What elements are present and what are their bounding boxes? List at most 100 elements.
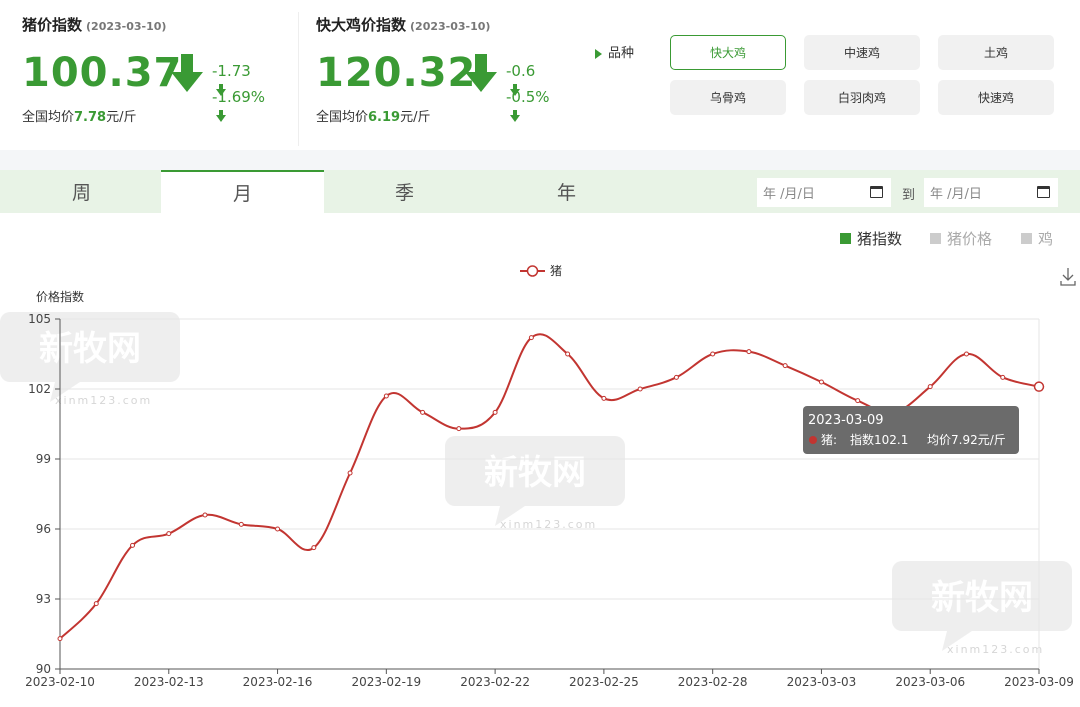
data-point [782, 363, 788, 369]
x-tick-label: 2023-03-03 [787, 675, 857, 689]
data-point [492, 409, 498, 415]
data-point [57, 636, 63, 642]
tab-month[interactable]: 月 [161, 170, 324, 213]
download-icon[interactable] [1060, 268, 1076, 286]
down-arrow-small-icon [510, 109, 520, 122]
date-to-input[interactable]: 年 /月/日 [924, 178, 1058, 207]
tab-quarter[interactable]: 季 [323, 170, 486, 213]
date-to-label: 到 [902, 188, 916, 203]
data-point [528, 335, 534, 341]
tooltip-marker [809, 436, 817, 444]
x-tick-label: 2023-02-28 [678, 675, 748, 689]
tooltip: 2023-03-09 猪: 指数102.1 均价7.92元/斤 [803, 406, 1019, 454]
section-gap [0, 150, 1080, 170]
chicken-index-change-abs-text: -0.6 [506, 62, 536, 80]
chicken-avg-unit: 元/斤 [400, 110, 431, 125]
variety-button-silkie-chicken[interactable]: 乌骨鸡 [670, 80, 786, 115]
data-point [130, 542, 136, 548]
chicken-avg-value: 6.19 [368, 110, 401, 125]
data-point [456, 426, 462, 432]
pig-index-card: 猪价指数 (2023-03-10) 100.37 -1.73 -1.69% 全国均… [22, 14, 265, 125]
variety-label-text: 品种 [608, 46, 635, 61]
card-divider [298, 12, 299, 146]
x-tick-label: 2023-02-16 [243, 675, 313, 689]
chicken-index-change-pct: -0.5% [506, 88, 550, 124]
switch-pig-index[interactable]: 猪指数 [840, 228, 902, 249]
data-point [202, 512, 208, 518]
switch-pig-price-label: 猪价格 [947, 230, 993, 248]
data-point [1033, 381, 1045, 392]
pig-avg-label: 全国均价 [22, 110, 75, 125]
data-point [275, 526, 281, 532]
tooltip-avg: 均价7.92元/斤 [927, 433, 1006, 447]
switch-swatch [840, 233, 851, 244]
tab-year[interactable]: 年 [485, 170, 648, 213]
tooltip-date: 2023-03-09 [808, 413, 884, 428]
chicken-index-date: (2023-03-10) [410, 20, 491, 33]
data-point [166, 531, 172, 537]
x-tick-label: 2023-02-13 [134, 675, 204, 689]
watermark-text: 新牧网 [39, 329, 141, 369]
x-tick-label: 2023-03-06 [895, 675, 965, 689]
data-point [601, 395, 607, 401]
data-point [238, 521, 244, 527]
pig-index-title: 猪价指数 (2023-03-10) [22, 14, 166, 35]
tooltip-index: 指数102.1 [850, 432, 908, 447]
x-tick-label: 2023-02-19 [351, 675, 421, 689]
switch-chicken[interactable]: 鸡 [1021, 228, 1053, 249]
switch-swatch [930, 233, 941, 244]
calendar-icon[interactable] [870, 186, 883, 198]
chicken-index-title-text: 快大鸡价指数 [316, 16, 407, 34]
pig-index-date: (2023-03-10) [86, 20, 167, 33]
date-from-input[interactable]: 年 /月/日 [757, 178, 891, 207]
summary-panel: 猪价指数 (2023-03-10) 100.37 -1.73 -1.69% 全国均… [0, 0, 1080, 150]
data-point [673, 374, 679, 380]
switch-chicken-label: 鸡 [1038, 230, 1054, 248]
chicken-index-card: 快大鸡价指数 (2023-03-10) 120.32 -0.6 -0.5% 全国均… [316, 14, 550, 125]
pig-index-change-pct-text: -1.69% [212, 88, 266, 106]
watermark: 新牧网 xinm123.com [0, 312, 180, 407]
switch-pig-price[interactable]: 猪价格 [930, 228, 992, 249]
variety-button-fast-chicken[interactable]: 快大鸡 [670, 35, 786, 70]
variety-button-fast-growing[interactable]: 快速鸡 [938, 80, 1054, 115]
y-tick-label: 93 [36, 592, 51, 606]
switch-pig-index-label: 猪指数 [857, 230, 903, 248]
y-tick-label: 102 [28, 382, 51, 396]
price-index-chart: 新牧网xinm123.com新牧网xinm123.com新牧网xinm123.c… [0, 264, 1076, 689]
data-point [927, 384, 933, 390]
watermark-text: 新牧网 [931, 578, 1033, 618]
date-to-placeholder: 年 /月/日 [930, 187, 982, 202]
pig-index-title-text: 猪价指数 [22, 16, 83, 34]
variety-button-native-chicken[interactable]: 土鸡 [938, 35, 1054, 70]
chicken-index-value: 120.32 [316, 50, 477, 96]
calendar-icon[interactable] [1037, 186, 1050, 198]
pig-index-change-pct: -1.69% [212, 88, 265, 124]
pig-avg-price: 全国均价7.78元/斤 [22, 106, 136, 125]
x-tick-label: 2023-02-25 [569, 675, 639, 689]
variety-button-medium-chicken[interactable]: 中速鸡 [804, 35, 920, 70]
y-tick-label: 99 [36, 452, 51, 466]
watermark: 新牧网 xinm123.com [892, 561, 1072, 656]
tab-week[interactable]: 周 [0, 170, 163, 213]
data-point [347, 470, 353, 476]
chicken-index-title: 快大鸡价指数 (2023-03-10) [316, 14, 490, 35]
down-arrow-icon [171, 54, 203, 92]
y-tick-label: 90 [36, 662, 51, 676]
data-point [637, 386, 643, 392]
period-tabs: 周 月 季 年 年 /月/日 到 年 /月/日 [0, 170, 1080, 213]
pig-avg-unit: 元/斤 [106, 110, 137, 125]
x-tick-label: 2023-03-09 [1004, 675, 1074, 689]
watermark-url: xinm123.com [947, 643, 1044, 656]
x-tick-label: 2023-02-10 [25, 675, 95, 689]
data-point [420, 409, 426, 415]
down-arrow-small-icon [216, 109, 226, 122]
data-point [746, 349, 752, 355]
tooltip-series: 猪: [821, 433, 837, 447]
data-point [93, 601, 99, 607]
chart-legend: 猪 [520, 264, 562, 278]
variety-button-white-broiler[interactable]: 白羽肉鸡 [804, 80, 920, 115]
chicken-avg-price: 全国均价6.19元/斤 [316, 106, 430, 125]
chicken-avg-label: 全国均价 [316, 110, 369, 125]
y-tick-label: 105 [28, 312, 51, 326]
variety-label: 品种 [595, 42, 634, 61]
